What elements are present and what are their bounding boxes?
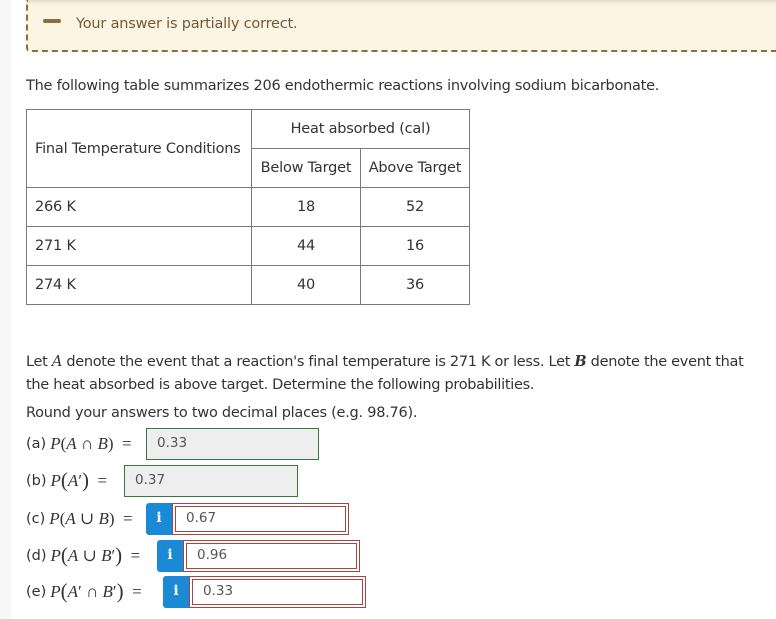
feedback-message: Your answer is partially correct. [76,16,298,32]
problem-statement: Let A denote the event that a reaction's… [26,350,766,397]
row-label: 266 K [26,187,252,227]
math-expression: P(A′) = [50,468,108,492]
cell-value: 52 [360,187,470,227]
part-label: (d) [26,548,47,564]
minus-icon [43,19,61,23]
problem-text: Let [26,354,52,370]
group-header: Heat absorbed (cal) [251,109,470,149]
variable-a: A [51,354,63,370]
cell-value: 40 [251,265,361,305]
cell-value: 16 [360,226,470,266]
answer-value[interactable]: 0.33 [192,579,363,605]
math-expression: P(A ∪ B) = [49,509,133,528]
cell-value: 44 [251,226,361,266]
part-label: (c) [26,511,46,527]
page-left-gutter [0,0,11,619]
column-header: Below Target [251,148,361,188]
answer-input-c[interactable]: 0.67 [172,503,349,535]
part-label: (e) [26,584,47,600]
math-expression: P(A ∩ B) = [50,434,132,453]
answer-input-b[interactable]: 0.37 [124,465,298,497]
table-row: 271 K 44 16 [26,226,470,266]
question-c-label: (c) P(A ∪ B) = [26,507,133,531]
answer-input-a[interactable]: 0.33 [146,428,319,460]
table-row: 266 K 18 52 [26,187,470,227]
answer-value[interactable]: 0.96 [186,543,357,569]
math-expression: P(A′ ∩ B′) = [50,579,142,603]
info-icon-button-c[interactable]: i [146,503,172,535]
question-e-label: (e) P(A′ ∩ B′) = [26,580,142,604]
answer-input-d[interactable]: 0.96 [183,540,360,572]
cell-value: 18 [251,187,361,227]
column-header: Above Target [360,148,470,188]
feedback-banner: Your answer is partially correct. [26,0,776,52]
question-d-label: (d) P(A ∪ B′) = [26,544,140,568]
row-label: 271 K [26,226,252,266]
part-label: (b) [26,473,47,489]
math-expression: P(A ∪ B′) = [50,543,141,567]
info-icon-button-d[interactable]: i [157,540,183,572]
answer-value[interactable]: 0.67 [175,506,346,532]
data-table: Final Temperature Conditions Heat absorb… [26,109,470,305]
cell-value: 36 [360,265,470,305]
variable-b: B [574,353,587,370]
table-row: 274 K 40 36 [26,265,470,305]
rounding-instruction: Round your answers to two decimal places… [26,405,418,421]
intro-text: The following table summarizes 206 endot… [26,78,660,94]
row-header: Final Temperature Conditions [26,109,252,188]
info-icon-button-e[interactable]: i [163,576,189,608]
problem-text: denote the event that a reaction's final… [62,354,575,370]
part-label: (a) [26,436,47,452]
table-header-row: Final Temperature Conditions Heat absorb… [26,109,470,188]
question-a-label: (a) P(A ∩ B) = [26,432,132,456]
row-label: 274 K [26,265,252,305]
question-b-label: (b) P(A′) = [26,469,107,493]
answer-input-e[interactable]: 0.33 [189,576,366,608]
